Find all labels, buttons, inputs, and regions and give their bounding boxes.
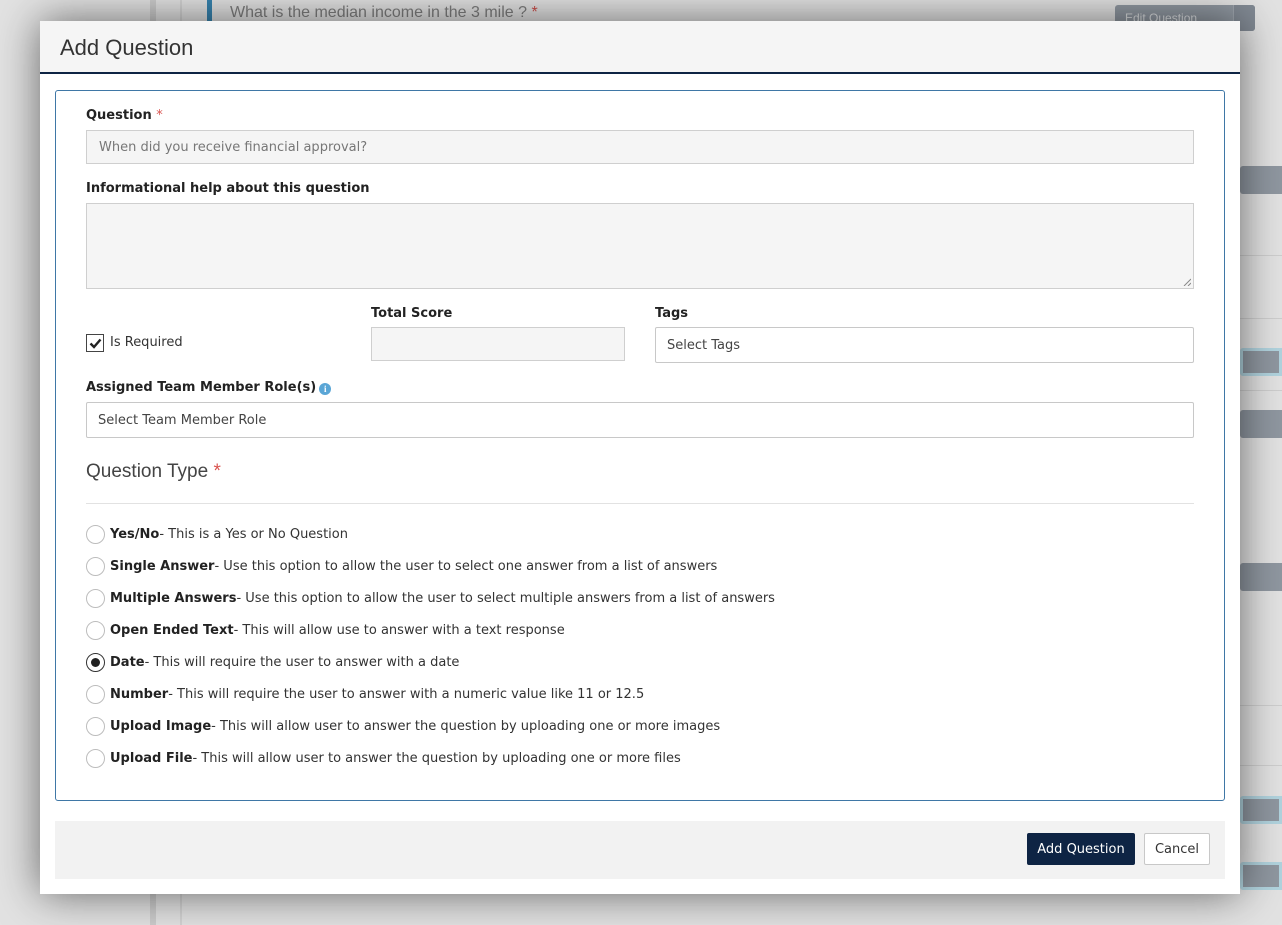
radio-option-date[interactable]: Date - This will require the user to ans…: [86, 652, 459, 672]
option-description: - This is a Yes or No Question: [159, 526, 348, 542]
tags-select[interactable]: Select Tags: [655, 327, 1194, 363]
option-description: - This will allow use to answer with a t…: [233, 622, 565, 638]
total-score-input[interactable]: [371, 327, 625, 361]
radio-button[interactable]: [86, 716, 105, 736]
option-name: Number: [110, 686, 169, 702]
radio-button[interactable]: [86, 524, 105, 544]
total-score-label: Total Score: [371, 306, 453, 321]
section-divider: [86, 503, 1194, 504]
radio-button[interactable]: [86, 556, 105, 576]
question-input[interactable]: When did you receive financial approval?: [86, 130, 1194, 164]
modal-header: Add Question: [40, 21, 1240, 74]
modal-title: Add Question: [60, 35, 194, 60]
option-description: - This will require the user to answer w…: [144, 654, 460, 670]
tags-label: Tags: [655, 306, 689, 321]
option-name: Single Answer: [110, 558, 215, 574]
radio-button[interactable]: [86, 748, 105, 768]
option-name: Open Ended Text: [110, 622, 234, 638]
help-label: Informational help about this question: [86, 181, 370, 196]
option-name: Yes/No: [110, 526, 160, 542]
checkmark-icon: [89, 338, 101, 349]
radio-button[interactable]: [86, 684, 105, 704]
is-required-checkbox[interactable]: [86, 334, 104, 352]
question-type-title: Question Type *: [86, 461, 221, 482]
help-textarea[interactable]: [86, 203, 1194, 289]
question-label: Question *: [86, 108, 163, 123]
radio-button[interactable]: [86, 620, 105, 640]
option-name: Date: [110, 654, 145, 670]
cancel-button[interactable]: Cancel: [1144, 833, 1210, 865]
radio-button[interactable]: [86, 588, 105, 608]
option-description: - This will allow user to answer the que…: [211, 718, 721, 734]
option-description: - This will allow user to answer the que…: [192, 750, 681, 766]
info-icon[interactable]: i: [319, 383, 332, 395]
team-role-placeholder: Select Team Member Role: [98, 412, 267, 428]
option-description: - Use this option to allow the user to s…: [236, 590, 775, 606]
radio-option-single-answer[interactable]: Single Answer - Use this option to allow…: [86, 556, 717, 576]
option-description: - This will require the user to answer w…: [168, 686, 645, 702]
option-name: Upload Image: [110, 718, 212, 734]
radio-option-yes-no[interactable]: Yes/No - This is a Yes or No Question: [86, 524, 348, 544]
radio-option-number[interactable]: Number - This will require the user to a…: [86, 684, 644, 704]
radio-option-upload-file[interactable]: Upload File - This will allow user to an…: [86, 748, 681, 768]
add-question-button[interactable]: Add Question: [1027, 833, 1135, 865]
modal-footer: Add Question Cancel: [55, 821, 1225, 879]
question-placeholder: When did you receive financial approval?: [99, 139, 368, 155]
radio-option-open-ended-text[interactable]: Open Ended Text - This will allow use to…: [86, 620, 565, 640]
option-name: Upload File: [110, 750, 193, 766]
add-question-modal: Add Question Question * When did you rec…: [40, 21, 1240, 894]
is-required-label: Is Required: [110, 335, 183, 350]
team-role-label: Assigned Team Member Role(s) i: [86, 380, 332, 395]
team-role-select[interactable]: Select Team Member Role: [86, 402, 1194, 438]
option-name: Multiple Answers: [110, 590, 237, 606]
tags-placeholder: Select Tags: [667, 337, 741, 353]
question-form-panel: Question * When did you receive financia…: [55, 90, 1225, 801]
radio-option-upload-image[interactable]: Upload Image - This will allow user to a…: [86, 716, 720, 736]
radio-button-selected[interactable]: [86, 652, 105, 672]
resize-handle-icon[interactable]: [1183, 278, 1191, 286]
radio-option-multiple-answers[interactable]: Multiple Answers - Use this option to al…: [86, 588, 775, 608]
option-description: - Use this option to allow the user to s…: [214, 558, 718, 574]
